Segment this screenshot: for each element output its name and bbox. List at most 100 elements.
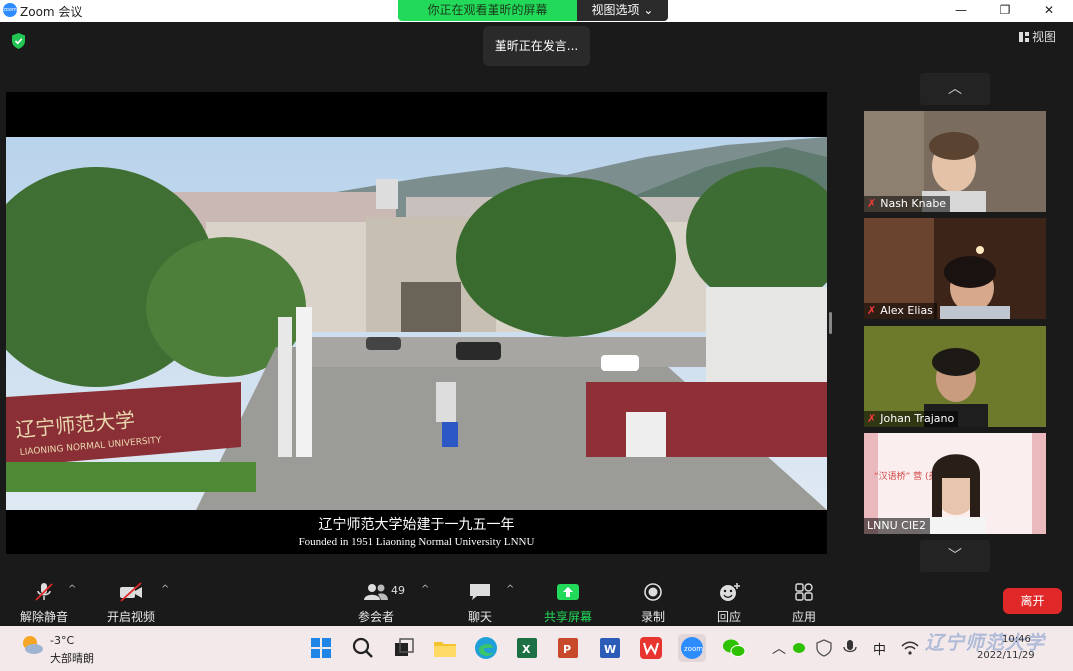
chevron-up-icon: ︿ (948, 81, 962, 97)
clock-time[interactable]: 10:46 (1002, 634, 1031, 645)
clock-date[interactable]: 2022/11/29 (977, 650, 1035, 661)
record-icon (644, 583, 662, 601)
excel-icon[interactable]: X (513, 634, 541, 662)
mic-muted-icon: ✗ (867, 304, 877, 317)
weather-condition: 大部晴朗 (50, 652, 94, 665)
chevron-down-icon: ⌄ (643, 3, 654, 17)
participant-tile[interactable]: ✗ Nash Knabe (864, 111, 1046, 212)
watching-screen-text: 你正在观看堇昕的屏幕 (398, 0, 577, 21)
share-screen-button[interactable]: 共享屏幕 (544, 582, 592, 625)
minimize-icon: — (955, 3, 967, 17)
active-speaker-toast: 堇昕正在发言... (483, 26, 590, 66)
audio-options-caret[interactable]: ^ (68, 584, 76, 595)
participants-button[interactable]: 参会者 (356, 582, 396, 625)
partly-sunny-icon (23, 636, 43, 654)
input-method-indicator[interactable]: 中 (873, 639, 886, 658)
share-screen-icon (557, 584, 579, 600)
microphone-tray-icon[interactable] (841, 639, 859, 657)
title-bar: zoom Zoom 会议 你正在观看堇昕的屏幕 视图选项 ⌄ — ❐ ✕ (0, 0, 1073, 22)
shield-check-icon[interactable] (11, 33, 26, 49)
video-off-icon (120, 582, 142, 602)
screen-share-banner: 你正在观看堇昕的屏幕 视图选项 ⌄ (398, 0, 668, 21)
participant-count: 49 (391, 584, 405, 597)
view-toggle-button[interactable]: 视图 (1019, 28, 1056, 45)
mic-muted-icon: ✗ (867, 197, 877, 210)
participant-tile[interactable]: ✗ Alex Elias (864, 218, 1046, 319)
splitter-handle[interactable] (829, 312, 832, 334)
grid-view-icon (1019, 32, 1029, 42)
participant-tile[interactable]: ✗ Johan Trajano (864, 326, 1046, 427)
caption-english: Founded in 1951 Liaoning Normal Universi… (298, 536, 535, 548)
start-video-label: 开启视频 (106, 610, 155, 624)
wps-office-icon[interactable] (637, 634, 665, 662)
windows-taskbar: -3°C 大部晴朗 X P W zoom ︿ 中 辽宁师范大学 10:46 20… (0, 626, 1073, 671)
participant-name: Johan Trajano (880, 412, 955, 425)
task-view-icon[interactable] (390, 634, 418, 662)
zoom-app-icon[interactable]: zoom (678, 634, 706, 662)
svg-text:P: P (563, 643, 571, 656)
record-button[interactable]: 录制 (638, 582, 668, 625)
participant-name-tag: LNNU CIE2 (864, 518, 931, 534)
svg-text:zoom: zoom (684, 645, 703, 653)
participant-name-tag: ✗ Johan Trajano (864, 411, 959, 427)
zoom-meeting-window: zoom Zoom 会议 你正在观看堇昕的屏幕 视图选项 ⌄ — ❐ ✕ 堇昕正… (0, 0, 1073, 671)
reactions-button[interactable]: 回应 (714, 582, 744, 625)
gallery-scroll-down-button[interactable]: ﹀ (920, 540, 990, 572)
window-title: Zoom 会议 (20, 5, 83, 19)
wechat-tray-icon[interactable] (791, 639, 809, 657)
chat-label: 聊天 (467, 610, 492, 624)
zoom-logo-icon: zoom (3, 3, 17, 17)
chevron-down-icon: ﹀ (948, 548, 962, 564)
meeting-main-area: 堇昕正在发言... 视图 辽宁师范大学 LIAONING NORMAL UNIV… (0, 22, 1073, 626)
svg-text:W: W (604, 643, 616, 656)
participants-label: 参会者 (357, 610, 394, 624)
maximize-button[interactable]: ❐ (982, 0, 1028, 22)
participant-name: Nash Knabe (880, 197, 947, 210)
mic-muted-icon: ✗ (867, 412, 877, 425)
powerpoint-icon[interactable]: P (554, 634, 582, 662)
leave-meeting-button[interactable]: 离开 (1003, 588, 1062, 614)
close-icon: ✕ (1043, 3, 1055, 17)
caption-chinese: 辽宁师范大学始建于一九五一年 (318, 517, 515, 533)
participant-name-tag: ✗ Nash Knabe (864, 196, 951, 212)
wifi-icon[interactable] (900, 639, 920, 657)
unmute-button[interactable]: 解除静音 (18, 582, 70, 625)
participants-options-caret[interactable]: ^ (421, 584, 429, 595)
view-options-label: 视图选项 (591, 3, 640, 17)
meeting-toolbar: 解除静音 ^ 开启视频 ^ 参会者 49 ^ 聊天 ^ 共享屏幕 录制 回应 应… (0, 574, 1073, 626)
view-options-dropdown[interactable]: 视图选项 ⌄ (577, 0, 668, 21)
participant-name: Alex Elias (880, 304, 933, 317)
share-screen-label: 共享屏幕 (544, 610, 593, 624)
apps-icon (795, 583, 813, 601)
apps-button[interactable]: 应用 (789, 582, 819, 625)
windows-start-icon[interactable] (307, 634, 335, 662)
record-label: 录制 (640, 610, 665, 624)
chat-icon (470, 584, 490, 600)
mic-off-icon (35, 583, 53, 601)
security-tray-icon[interactable] (815, 639, 833, 657)
minimize-button[interactable]: — (938, 0, 984, 22)
start-video-button[interactable]: 开启视频 (105, 582, 157, 625)
tray-overflow-chevron-icon[interactable]: ︿ (769, 638, 789, 658)
close-button[interactable]: ✕ (1026, 0, 1072, 22)
word-icon[interactable]: W (596, 634, 624, 662)
svg-text:X: X (522, 643, 531, 656)
shared-screen[interactable]: 辽宁师范大学 LIAONING NORMAL UNIVERSITY 辽宁师范大学… (6, 92, 827, 554)
view-toggle-label: 视图 (1032, 30, 1057, 44)
campus-video-frame: 辽宁师范大学 LIAONING NORMAL UNIVERSITY (6, 137, 827, 510)
participant-name-tag: ✗ Alex Elias (864, 303, 937, 319)
weather-widget[interactable]: -3°C 大部晴朗 (20, 633, 94, 665)
gallery-scroll-up-button[interactable]: ︿ (920, 73, 990, 105)
unmute-label: 解除静音 (19, 610, 68, 624)
participant-tile-active-speaker[interactable]: “汉语桥” 营 (美国营) LNNU CIE2 (864, 433, 1046, 534)
participant-name: LNNU CIE2 (867, 519, 927, 532)
video-options-caret[interactable]: ^ (161, 584, 169, 595)
wechat-icon[interactable] (720, 634, 748, 662)
edge-browser-icon[interactable] (472, 634, 500, 662)
chat-button[interactable]: 聊天 (465, 582, 495, 625)
participants-icon (364, 584, 388, 600)
file-explorer-icon[interactable] (431, 634, 459, 662)
chat-options-caret[interactable]: ^ (506, 584, 514, 595)
search-icon[interactable] (349, 634, 377, 662)
reactions-label: 回应 (716, 610, 741, 624)
